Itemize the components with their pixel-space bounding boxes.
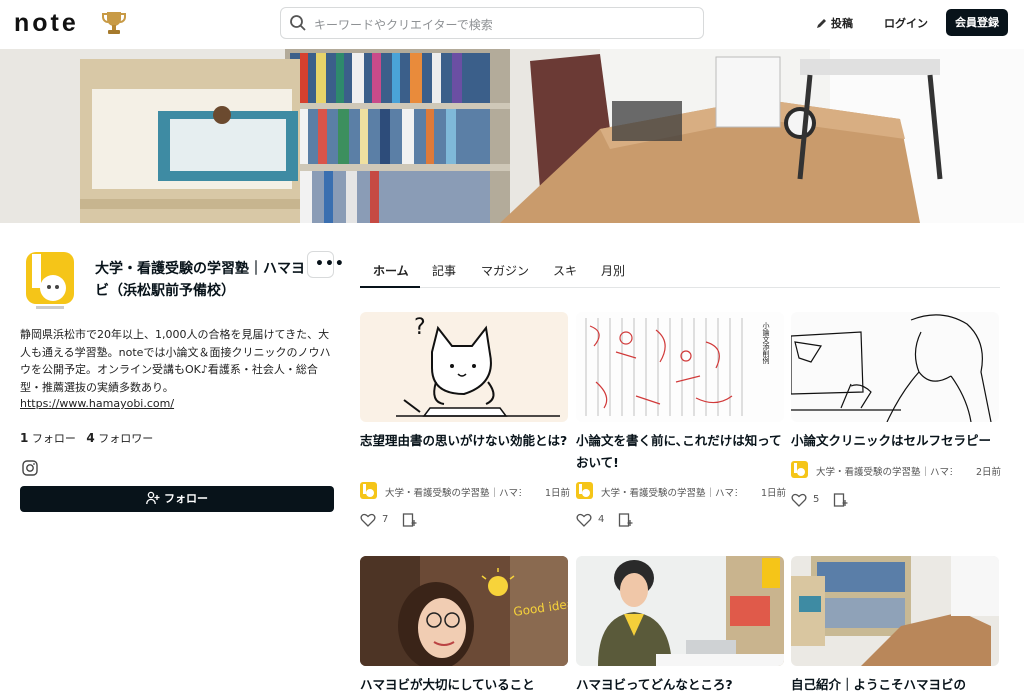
search-input[interactable]: キーワードやクリエイターで検索 [280,7,704,39]
like-icon[interactable] [791,492,807,508]
add-user-icon [146,491,160,505]
instagram-icon[interactable] [22,460,38,476]
article-author[interactable]: 大学・看護受験の学習塾｜ハマヨビ（浜松駅前予備校） [385,485,521,499]
follow-counts: 1 フォロー 4 フォロワー [20,430,153,446]
follow-label[interactable]: フォロー [32,432,76,445]
article-meta: 大学・看護受験の学習塾｜ハマヨビ（浜松駅前予備校） 1日前 [360,482,570,500]
follow-button[interactable]: フォロー [20,486,334,512]
tab-monthly[interactable]: 月別 [601,262,625,279]
article-thumbnail[interactable] [576,556,784,666]
more-options-button[interactable]: ••• [307,251,344,278]
author-avatar[interactable] [360,482,377,499]
article-time: 2日前 [975,467,1001,478]
article-thumbnail[interactable]: ? [360,312,568,422]
top-header: note キーワードやクリエイターで検索 投稿 ログイン 会員登録 [0,0,1024,48]
more-icon: ••• [315,256,345,272]
avatar[interactable] [20,246,80,312]
paper-heading: 小論文添削例 [762,321,770,365]
svg-text:小論文添削例: 小論文添削例 [762,321,770,365]
tab-articles[interactable]: 記事 [432,262,456,279]
article-title[interactable]: 小論文を書く前に､これだけは知っておいて! [576,430,788,474]
tab-magazines[interactable]: マガジン [481,262,529,279]
header-banner-image [0,49,1024,223]
like-icon[interactable] [576,512,592,528]
like-icon[interactable] [360,512,376,528]
author-avatar[interactable] [791,461,808,478]
add-to-magazine-icon[interactable] [402,512,418,528]
article-title[interactable]: 志望理由書の思いがけない効能とは? [360,430,572,452]
tab-likes[interactable]: スキ [553,262,577,279]
pencil-icon [817,19,826,28]
trophy-icon [102,12,126,34]
like-count: 4 [598,514,605,525]
article-thumbnail[interactable] [791,556,999,666]
follower-count[interactable]: 4 [86,431,94,445]
article-meta: 大学・看護受験の学習塾｜ハマヨビ（浜松駅前予備校） 1日前 [576,482,786,500]
tab-home[interactable]: ホーム [373,262,409,279]
active-tab-indicator [360,286,420,288]
like-count: 7 [382,514,389,525]
search-icon [290,15,306,31]
svg-text:?: ? [414,315,426,340]
signup-button[interactable]: 会員登録 [946,9,1008,36]
article-title[interactable]: 小論文クリニックはセルフセラピー [791,430,1003,452]
article-thumbnail[interactable]: 小論文添削例 [576,312,784,422]
profile-url-link[interactable]: https://www.hamayobi.com/ [20,397,174,410]
article-thumbnail[interactable]: Good idea! [360,556,568,666]
profile-bio: 静岡県浜松市で20年以上、1,000人の合格を見届けてきた、大人も通える学習塾。… [20,328,331,394]
follower-label[interactable]: フォロワー [98,432,153,445]
profile-name[interactable]: 大学・看護受験の学習塾｜ハマヨビ（浜松駅前予備校） [95,258,309,302]
follow-count[interactable]: 1 [20,431,28,445]
author-avatar[interactable] [576,482,593,499]
like-count: 5 [813,494,820,505]
article-time: 1日前 [760,488,786,499]
article-time: 1日前 [544,488,570,499]
article-author[interactable]: 大学・看護受験の学習塾｜ハマヨビ（浜松駅前予備校） [816,464,952,478]
add-to-magazine-icon[interactable] [833,492,849,508]
article-meta: 大学・看護受験の学習塾｜ハマヨビ（浜松駅前予備校） 2日前 [791,461,1001,479]
post-button[interactable]: 投稿 [816,15,853,31]
login-button[interactable]: ログイン [884,15,928,31]
article-thumbnail[interactable] [791,312,999,422]
search-placeholder: キーワードやクリエイターで検索 [314,18,493,32]
article-author[interactable]: 大学・看護受験の学習塾｜ハマヨビ（浜松駅前予備校） [601,485,737,499]
profile-tabs: ホーム 記事 マガジン スキ 月別 [360,254,1000,288]
add-to-magazine-icon[interactable] [618,512,634,528]
note-logo[interactable]: note [14,9,79,38]
